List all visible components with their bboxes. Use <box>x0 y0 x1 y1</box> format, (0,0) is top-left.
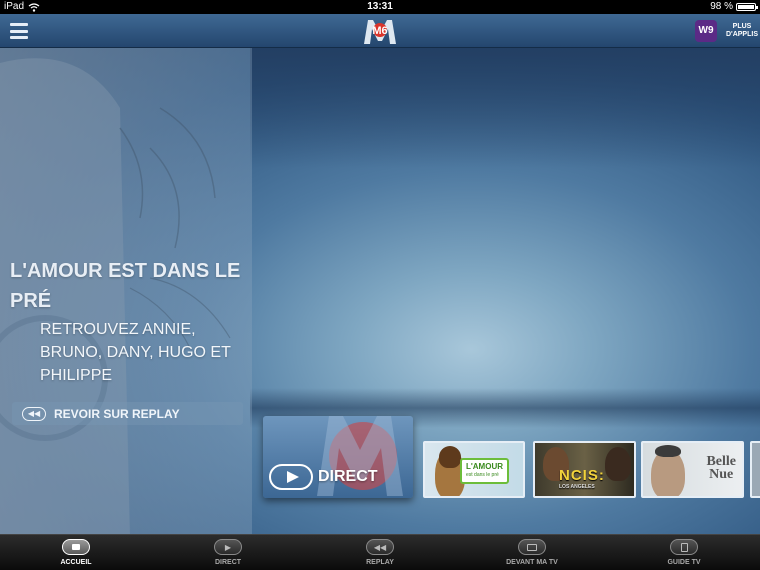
direct-card[interactable]: DIRECT <box>263 416 413 498</box>
battery-icon <box>736 3 758 11</box>
thumbnail-tag-line-1: L'AMOUR <box>465 462 503 471</box>
promo-title: L'AMOUR EST DANS LE PRÉ <box>10 260 241 312</box>
thumbnail-tag: NCIS: LOS ANGELES <box>559 467 605 490</box>
battery-fill <box>738 5 754 9</box>
thumbnail-tag: L'AMOUR est dans le pré <box>459 458 509 484</box>
status-time: 13:31 <box>367 1 393 12</box>
hero-stage: L'AMOUR EST DANS LE PRÉ RETROUVEZ ANNIE,… <box>0 48 760 534</box>
menu-icon[interactable] <box>10 23 28 39</box>
thumbnail-person <box>605 447 631 481</box>
thumbnail-tag-line-1: NCIS: <box>559 467 605 484</box>
tab-guide-tv[interactable]: GUIDE TV <box>608 535 760 570</box>
promo-panel: L'AMOUR EST DANS LE PRÉ RETROUVEZ ANNIE,… <box>0 48 252 534</box>
tablet-icon <box>670 539 698 555</box>
thumbnail-tag: Belle Nue <box>706 455 736 482</box>
tab-label: REPLAY <box>366 559 394 566</box>
tab-direct[interactable]: ▶ DIRECT <box>152 535 304 570</box>
battery-percent: 98 % <box>710 1 733 12</box>
thumbnail-tag-line-2: est dans le pré <box>465 472 499 478</box>
app-header: M6 W9 PLUS D'APPLIS <box>0 14 760 48</box>
replay-button[interactable]: ◀◀ REVOIR SUR REPLAY <box>12 402 243 425</box>
home-icon <box>62 539 90 555</box>
logo-text: M6 <box>372 25 387 37</box>
thumbnail-person <box>439 446 461 468</box>
thumbnail-belle[interactable]: Belle Nue <box>641 441 744 498</box>
more-apps-line-2: D'APPLIS <box>725 31 758 38</box>
tab-label: GUIDE TV <box>667 559 701 566</box>
tab-accueil[interactable]: ACCUEIL <box>0 535 152 570</box>
status-bar: iPad 13:31 98 % <box>0 0 760 14</box>
tab-replay[interactable]: ◀◀ REPLAY <box>304 535 456 570</box>
thumbnail-person <box>655 445 681 457</box>
status-right: 98 % <box>710 0 758 14</box>
thumbnail-tag-line-2: Nue <box>709 467 734 482</box>
tv-icon <box>518 539 546 555</box>
thumbnail-tag-line-2: LOS ANGELES <box>559 484 595 490</box>
thumbnail-amour[interactable]: L'AMOUR est dans le pré <box>423 441 525 498</box>
rewind-icon: ◀◀ <box>366 539 394 555</box>
more-apps-button[interactable]: PLUS D'APPLIS <box>724 23 760 39</box>
replay-button-label: REVOIR SUR REPLAY <box>54 406 180 421</box>
m6-logo[interactable]: M6 <box>363 17 397 45</box>
tab-label: DIRECT <box>214 559 242 566</box>
promo-subtitle: RETROUVEZ ANNIE, BRUNO, DANY, HUGO ET PH… <box>40 321 231 384</box>
w9-app-icon[interactable]: W9 <box>695 20 717 42</box>
more-apps-line-1: PLUS <box>732 23 752 30</box>
thumbnail-ncis[interactable]: NCIS: LOS ANGELES <box>533 441 636 498</box>
tab-bar: ACCUEIL ▶ DIRECT ◀◀ REPLAY DEVANT MA TV … <box>0 534 760 570</box>
stage-shade <box>250 48 760 168</box>
play-icon: ▶ <box>214 539 242 555</box>
direct-label: DIRECT <box>318 468 378 485</box>
play-icon <box>269 464 313 490</box>
tab-devant-ma-tv[interactable]: DEVANT MA TV <box>456 535 608 570</box>
thumbnail-partial[interactable] <box>750 441 760 498</box>
tab-label: DEVANT MA TV <box>506 559 558 566</box>
rewind-icon: ◀◀ <box>22 406 46 421</box>
tab-label: ACCUEIL <box>60 559 92 566</box>
